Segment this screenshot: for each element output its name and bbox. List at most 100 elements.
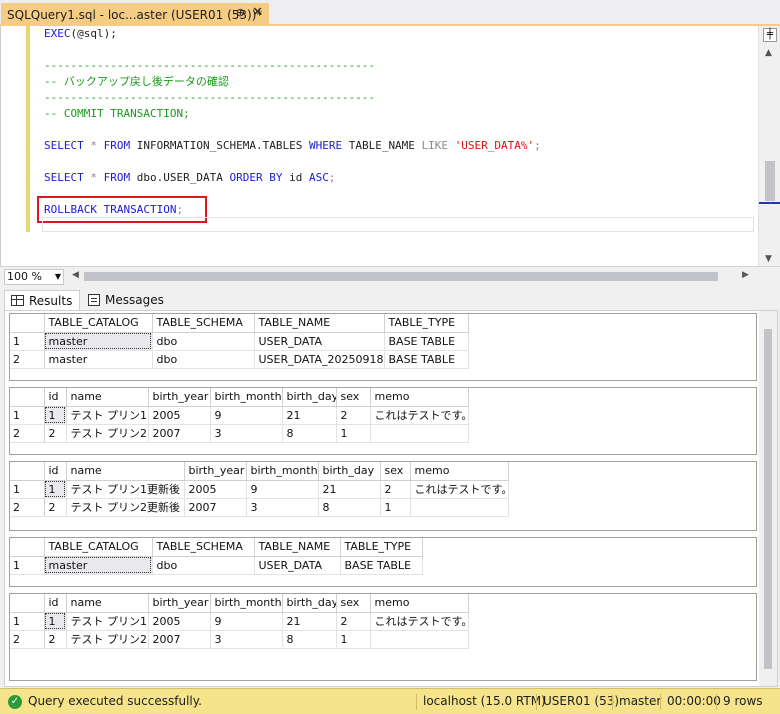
grid-cell[interactable] bbox=[370, 424, 469, 443]
grid-cell[interactable]: 9 bbox=[210, 406, 283, 425]
column-header[interactable]: birth_year bbox=[148, 594, 211, 613]
column-header[interactable]: birth_month bbox=[246, 462, 319, 481]
row-number[interactable]: 1 bbox=[10, 480, 45, 499]
editor-vertical-scrollbar[interactable]: ╪ ▲ ▼ bbox=[758, 26, 780, 266]
result-grid[interactable]: id name birth_year birth_month birth_day sex m… bbox=[9, 387, 757, 455]
grid-cell[interactable]: 21 bbox=[318, 480, 381, 499]
grid-corner[interactable] bbox=[10, 462, 45, 481]
grid-cell[interactable]: 2 bbox=[336, 406, 371, 425]
column-header[interactable]: id bbox=[44, 388, 67, 407]
grid-cell[interactable]: master bbox=[44, 332, 153, 351]
column-header[interactable]: memo bbox=[370, 388, 469, 407]
row-number[interactable]: 2 bbox=[10, 630, 45, 649]
close-icon[interactable]: ✕ bbox=[252, 5, 263, 20]
column-header[interactable]: memo bbox=[410, 462, 509, 481]
code-area[interactable]: EXEC(@sql); ----------------------------… bbox=[44, 26, 756, 216]
scroll-thumb[interactable] bbox=[765, 161, 775, 201]
grid-cell[interactable]: テスト プリン1 bbox=[66, 406, 149, 425]
grid-cell[interactable]: BASE TABLE bbox=[340, 556, 423, 575]
grid-cell[interactable]: 1 bbox=[44, 612, 67, 631]
table-row[interactable]: 2 2 テスト プリン2 2007 3 8 1 bbox=[10, 630, 469, 649]
grid-cell[interactable]: 21 bbox=[282, 406, 337, 425]
grid-cell[interactable]: これはテストです。 bbox=[410, 480, 509, 499]
column-header[interactable]: TABLE_CATALOG bbox=[44, 314, 153, 333]
row-number[interactable]: 2 bbox=[10, 350, 45, 369]
column-header[interactable]: birth_day bbox=[282, 594, 337, 613]
table-row[interactable]: 2 master dbo USER_DATA_20250918 BASE TABLE bbox=[10, 350, 469, 369]
grid-cell[interactable]: これはテストです。 bbox=[370, 612, 469, 631]
result-grid[interactable]: id name birth_year birth_month birth_day sex m… bbox=[9, 461, 757, 531]
column-header[interactable]: TABLE_NAME bbox=[254, 314, 385, 333]
grid-cell[interactable]: dbo bbox=[152, 556, 255, 575]
table-row[interactable]: 2 2 テスト プリン2 2007 3 8 1 bbox=[10, 424, 469, 443]
grid-cell[interactable]: 1 bbox=[336, 630, 371, 649]
column-header[interactable]: TABLE_TYPE bbox=[340, 538, 423, 557]
column-header[interactable]: sex bbox=[336, 388, 371, 407]
row-number[interactable]: 1 bbox=[10, 406, 45, 425]
grid-cell[interactable]: 3 bbox=[246, 498, 319, 517]
grid-cell[interactable]: BASE TABLE bbox=[384, 332, 469, 351]
scroll-thumb[interactable] bbox=[764, 329, 772, 669]
grid-cell[interactable]: 2005 bbox=[148, 406, 211, 425]
column-header[interactable]: id bbox=[44, 462, 67, 481]
column-header[interactable]: birth_day bbox=[318, 462, 381, 481]
grid-cell[interactable]: 3 bbox=[210, 424, 283, 443]
tab-results[interactable]: Results bbox=[4, 290, 80, 310]
grid-corner[interactable] bbox=[10, 538, 45, 557]
column-header[interactable]: birth_day bbox=[282, 388, 337, 407]
sql-editor[interactable]: EXEC(@sql); ----------------------------… bbox=[0, 26, 780, 266]
grid-cell[interactable]: テスト プリン2更新後 bbox=[66, 498, 185, 517]
grid-cell[interactable]: 2 bbox=[44, 498, 67, 517]
grid-cell[interactable]: テスト プリン2 bbox=[66, 424, 149, 443]
result-grid[interactable]: TABLE_CATALOG TABLE_SCHEMA TABLE_NAME TABLE… bbox=[9, 537, 757, 587]
tab-messages[interactable]: Messages bbox=[82, 290, 166, 310]
grid-corner[interactable] bbox=[10, 594, 45, 613]
column-header[interactable]: name bbox=[66, 594, 149, 613]
grid-cell[interactable]: 8 bbox=[318, 498, 381, 517]
grid-cell[interactable] bbox=[370, 630, 469, 649]
tab-sqlquery1[interactable]: SQLQuery1.sql - loc...aster (USER01 (53)… bbox=[1, 3, 269, 26]
grid-cell[interactable]: 2 bbox=[44, 630, 67, 649]
zoom-select[interactable]: 100 % ▼ bbox=[4, 269, 64, 285]
table-row[interactable]: 1 master dbo USER_DATA BASE TABLE bbox=[10, 556, 423, 575]
horizontal-scroll-thumb[interactable] bbox=[84, 272, 718, 281]
grid-cell[interactable] bbox=[410, 498, 509, 517]
column-header[interactable]: birth_month bbox=[210, 388, 283, 407]
column-header[interactable]: name bbox=[66, 388, 149, 407]
grid-cell[interactable]: 2 bbox=[380, 480, 411, 499]
grid-cell[interactable]: dbo bbox=[152, 350, 255, 369]
grid-cell[interactable]: USER_DATA_20250918 bbox=[254, 350, 385, 369]
grid-corner[interactable] bbox=[10, 314, 45, 333]
grid-cell[interactable]: 1 bbox=[44, 480, 67, 499]
table-row[interactable]: 1 1 テスト プリン1 2005 9 21 2 これはテストです。 bbox=[10, 406, 469, 425]
result-grid[interactable]: id name birth_year birth_month birth_day sex m… bbox=[9, 593, 757, 681]
grid-cell[interactable]: 2 bbox=[336, 612, 371, 631]
column-header[interactable]: TABLE_TYPE bbox=[384, 314, 469, 333]
row-number[interactable]: 1 bbox=[10, 332, 45, 351]
grid-cell[interactable]: 2 bbox=[44, 424, 67, 443]
table-row[interactable]: 1 1 テスト プリン1更新後 2005 9 21 2 これはテストです。 bbox=[10, 480, 509, 499]
column-header[interactable]: TABLE_SCHEMA bbox=[152, 314, 255, 333]
column-header[interactable]: sex bbox=[336, 594, 371, 613]
row-number[interactable]: 1 bbox=[10, 556, 45, 575]
grid-cell[interactable]: 8 bbox=[282, 424, 337, 443]
result-grid[interactable]: TABLE_CATALOG TABLE_SCHEMA TABLE_NAME TABLE… bbox=[9, 313, 757, 381]
column-header[interactable]: memo bbox=[370, 594, 469, 613]
grid-cell[interactable]: 21 bbox=[282, 612, 337, 631]
column-header[interactable]: TABLE_SCHEMA bbox=[152, 538, 255, 557]
grid-cell[interactable]: dbo bbox=[152, 332, 255, 351]
grid-cell[interactable]: テスト プリン1 bbox=[66, 612, 149, 631]
table-row[interactable]: 1 1 テスト プリン1 2005 9 21 2 これはテストです。 bbox=[10, 612, 469, 631]
grid-cell[interactable]: master bbox=[44, 350, 153, 369]
grid-cell[interactable]: 1 bbox=[336, 424, 371, 443]
grid-cell[interactable]: 2007 bbox=[184, 498, 247, 517]
grid-cell[interactable]: 9 bbox=[210, 612, 283, 631]
grid-cell[interactable]: 2007 bbox=[148, 630, 211, 649]
grid-cell[interactable]: これはテストです。 bbox=[370, 406, 469, 425]
grid-cell[interactable]: 3 bbox=[210, 630, 283, 649]
grid-cell[interactable]: テスト プリン2 bbox=[66, 630, 149, 649]
grid-cell[interactable]: USER_DATA bbox=[254, 556, 341, 575]
results-pane[interactable]: id name birth_year birth_month birth_day sex m… bbox=[4, 310, 778, 687]
grid-cell[interactable]: 8 bbox=[282, 630, 337, 649]
grid-corner[interactable] bbox=[10, 388, 45, 407]
